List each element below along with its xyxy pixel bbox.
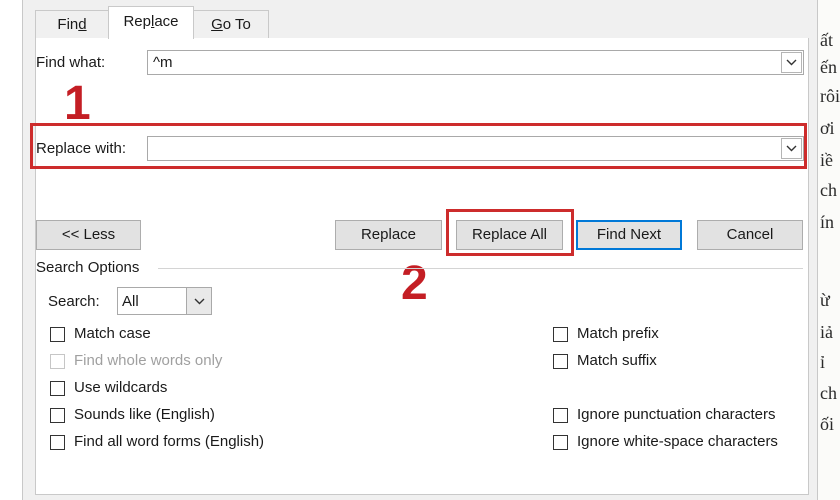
find-what-value: ^m — [153, 54, 173, 71]
match-case-label[interactable]: Match case — [74, 325, 151, 342]
replace-all-button[interactable]: Replace All — [456, 220, 563, 250]
sounds-like-checkbox[interactable] — [50, 408, 65, 423]
chevron-down-icon — [786, 145, 797, 152]
annotation-step-2: 2 — [401, 257, 428, 310]
sounds-like-label[interactable]: Sounds like (English) — [74, 406, 215, 423]
tab-bar: Find Replace Go To — [35, 6, 807, 39]
left-margin — [0, 0, 22, 500]
doc-fragment: ừ — [820, 290, 830, 310]
tab-go-to[interactable]: Go To — [193, 10, 269, 38]
less-button[interactable]: << Less — [36, 220, 141, 250]
ignore-punctuation-label[interactable]: Ignore punctuation characters — [577, 406, 775, 423]
doc-fragment: ất — [820, 30, 833, 50]
doc-fragment: ín — [820, 212, 835, 232]
tab-find[interactable]: Find — [35, 10, 109, 38]
cancel-button[interactable]: Cancel — [697, 220, 803, 250]
doc-fragment: ch — [820, 180, 837, 200]
doc-fragment: ơi — [820, 118, 835, 138]
doc-fragment: iề — [820, 150, 833, 170]
match-prefix-checkbox[interactable] — [553, 327, 568, 342]
chevron-down-icon — [194, 298, 204, 304]
ignore-whitespace-checkbox[interactable] — [553, 435, 568, 450]
find-whole-words-label[interactable]: Find whole words only — [74, 352, 222, 369]
doc-fragment: ch — [820, 383, 837, 403]
match-prefix-label[interactable]: Match prefix — [577, 325, 659, 342]
find-replace-dialog: Find Replace Go To Find what: ^m 1 Repla… — [22, 0, 818, 500]
chevron-down-icon — [786, 59, 797, 66]
find-whole-words-checkbox[interactable] — [50, 354, 65, 369]
ignore-whitespace-label[interactable]: Ignore white-space characters — [577, 433, 778, 450]
search-direction-select[interactable]: All — [117, 287, 212, 315]
match-suffix-checkbox[interactable] — [553, 354, 568, 369]
find-all-word-forms-label[interactable]: Find all word forms (English) — [74, 433, 264, 450]
find-what-field[interactable]: ^m — [147, 50, 804, 75]
search-direction-value: All — [122, 293, 139, 310]
search-direction-dropdown[interactable] — [186, 288, 211, 314]
replace-with-field[interactable] — [147, 136, 804, 161]
ignore-punctuation-checkbox[interactable] — [553, 408, 568, 423]
find-all-word-forms-checkbox[interactable] — [50, 435, 65, 450]
doc-fragment: iả — [820, 322, 833, 342]
divider — [158, 268, 803, 269]
replace-panel: Find what: ^m 1 Replace with: << Less Re… — [30, 38, 809, 495]
doc-fragment: ến — [820, 57, 837, 77]
find-what-label: Find what: — [36, 54, 106, 71]
find-next-button[interactable]: Find Next — [576, 220, 682, 250]
search-options-heading: Search Options — [36, 259, 140, 276]
replace-with-dropdown[interactable] — [781, 138, 802, 159]
search-label: Search: — [48, 293, 100, 310]
background-document: ất ến rôi ơi iề ch ín ừ iả ỉ ch ối — [817, 0, 840, 500]
doc-fragment: rôi — [820, 86, 840, 106]
use-wildcards-label[interactable]: Use wildcards — [74, 379, 167, 396]
use-wildcards-checkbox[interactable] — [50, 381, 65, 396]
match-suffix-label[interactable]: Match suffix — [577, 352, 657, 369]
replace-with-label: Replace with: — [36, 140, 127, 157]
tab-replace[interactable]: Replace — [108, 6, 194, 39]
find-what-dropdown[interactable] — [781, 52, 802, 73]
doc-fragment: ỉ — [820, 352, 826, 372]
replace-button[interactable]: Replace — [335, 220, 442, 250]
match-case-checkbox[interactable] — [50, 327, 65, 342]
doc-fragment: ối — [820, 414, 835, 434]
